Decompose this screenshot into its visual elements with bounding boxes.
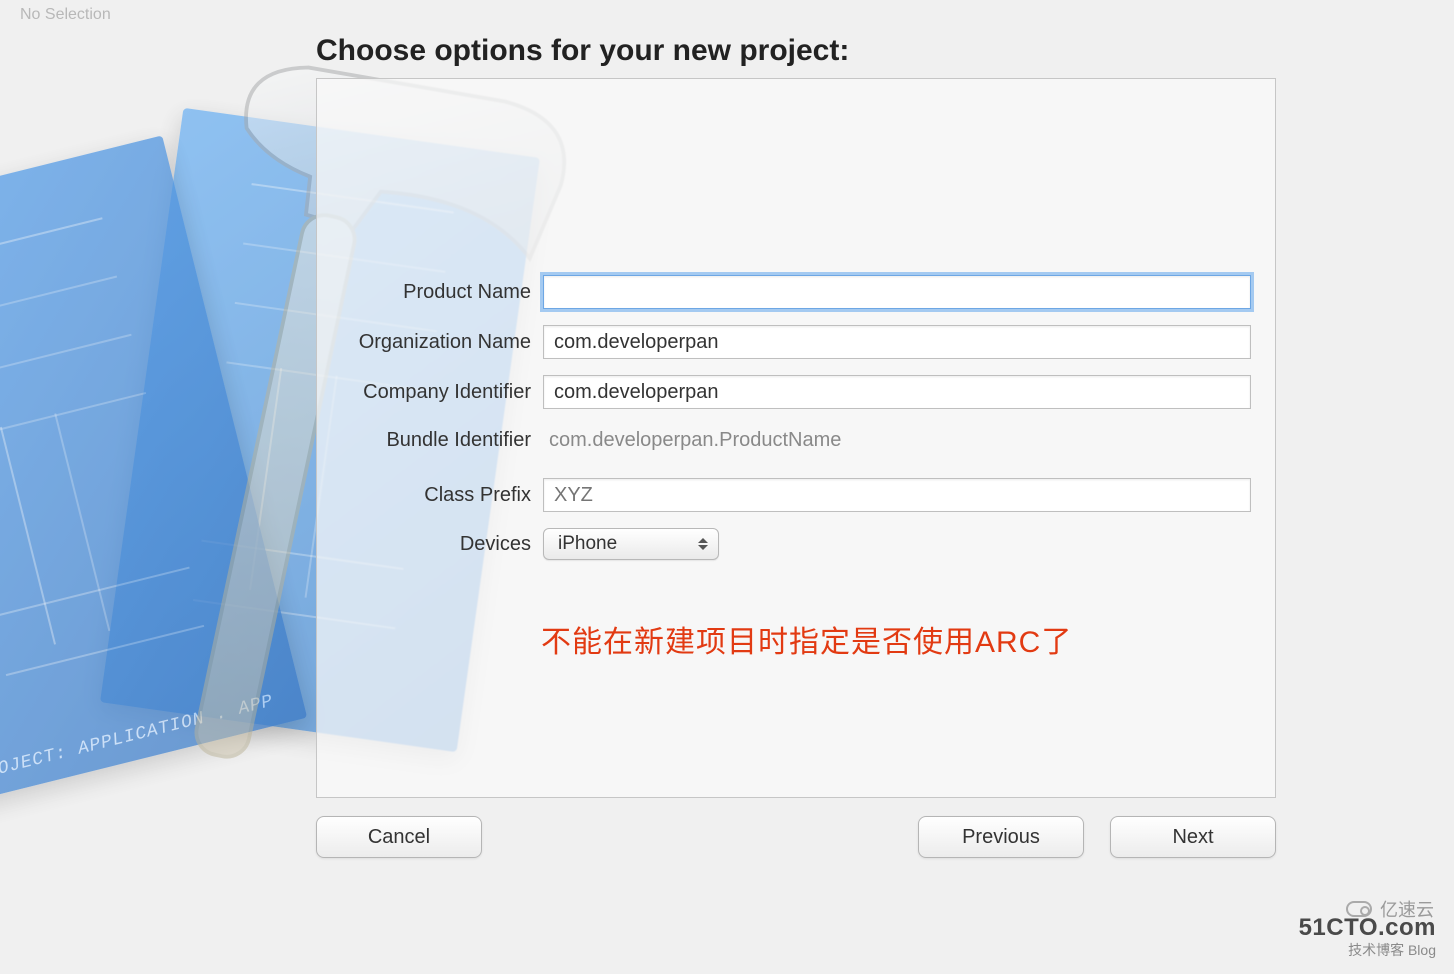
window-label: No Selection	[20, 6, 111, 24]
company-identifier-input[interactable]	[543, 375, 1251, 409]
organization-name-input[interactable]	[543, 325, 1251, 359]
row-organization-name: Organization Name	[317, 325, 1251, 359]
watermark-51cto-sub: 技术博客 Blog	[1299, 940, 1436, 960]
label-class-prefix: Class Prefix	[317, 484, 531, 507]
label-bundle-identifier: Bundle Identifier	[317, 429, 531, 452]
label-devices: Devices	[317, 533, 531, 556]
class-prefix-input[interactable]	[543, 478, 1251, 512]
next-button[interactable]: Next	[1110, 816, 1276, 858]
devices-selected-value: iPhone	[558, 533, 617, 555]
cancel-button[interactable]: Cancel	[316, 816, 482, 858]
project-options-form: Product Name Organization Name Company I…	[317, 275, 1251, 576]
label-product-name: Product Name	[317, 281, 531, 304]
watermark-51cto: 51CTO.com 技术博客 Blog	[1299, 914, 1436, 960]
row-class-prefix: Class Prefix	[317, 478, 1251, 512]
wizard-buttons: Cancel Previous Next	[316, 816, 1276, 858]
watermark-51cto-text: 51CTO.com	[1299, 914, 1436, 942]
annotation-text: 不能在新建项目时指定是否使用ARC了	[541, 617, 1072, 661]
label-organization-name: Organization Name	[317, 331, 531, 354]
options-panel: Product Name Organization Name Company I…	[316, 78, 1276, 798]
previous-button[interactable]: Previous	[918, 816, 1084, 858]
label-company-identifier: Company Identifier	[317, 381, 531, 404]
bundle-identifier-value: com.developerpan.ProductName	[543, 425, 1251, 456]
page-title: Choose options for your new project:	[316, 34, 849, 68]
updown-arrows-icon	[698, 538, 708, 550]
row-company-identifier: Company Identifier	[317, 375, 1251, 409]
devices-select[interactable]: iPhone	[543, 528, 719, 560]
product-name-input[interactable]	[543, 275, 1251, 309]
row-bundle-identifier: Bundle Identifier com.developerpan.Produ…	[317, 425, 1251, 456]
row-devices: Devices iPhone	[317, 528, 1251, 560]
row-product-name: Product Name	[317, 275, 1251, 309]
